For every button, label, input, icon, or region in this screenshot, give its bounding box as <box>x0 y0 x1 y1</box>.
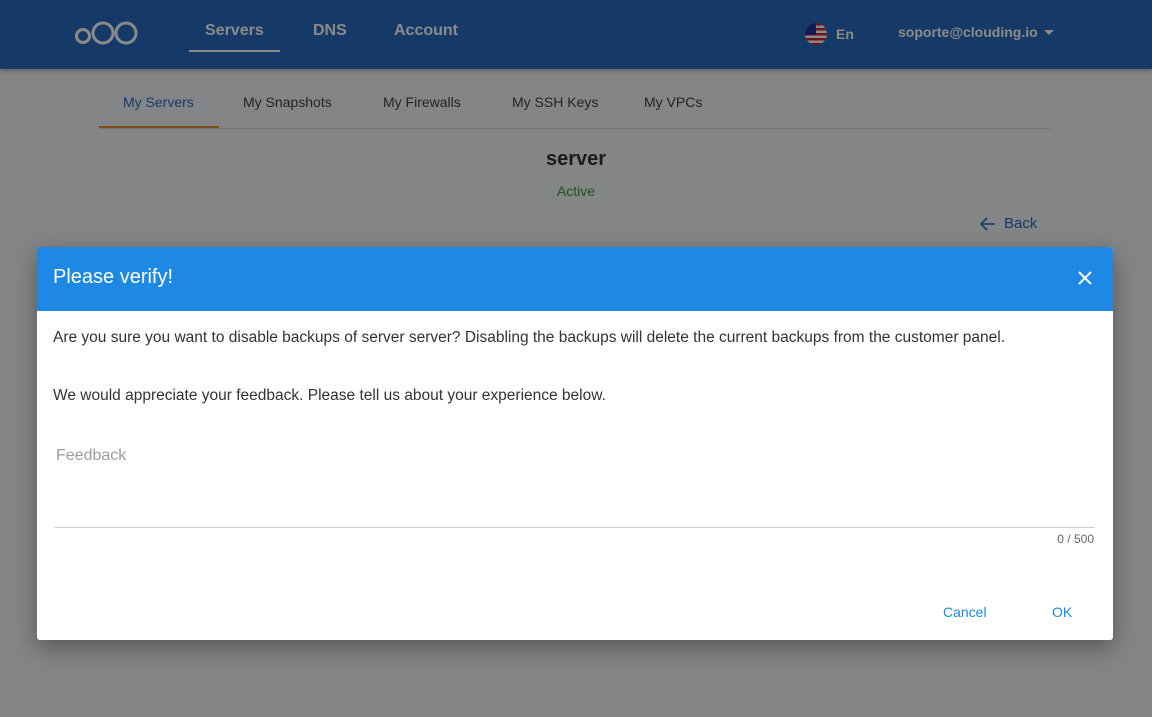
ok-button[interactable]: OK <box>1052 604 1072 620</box>
cancel-button[interactable]: Cancel <box>943 604 987 620</box>
verify-dialog: Please verify! Are you sure you want to … <box>37 247 1113 640</box>
dialog-title: Please verify! <box>53 266 174 288</box>
feedback-prompt: We would appreciate your feedback. Pleas… <box>53 387 606 404</box>
dialog-message: Are you sure you want to disable backups… <box>53 329 1006 346</box>
feedback-input[interactable] <box>54 439 1095 527</box>
close-icon[interactable] <box>1078 271 1092 285</box>
dialog-header: Please verify! <box>37 247 1113 311</box>
feedback-field <box>54 439 1095 528</box>
character-counter: 0 / 500 <box>1057 532 1094 546</box>
